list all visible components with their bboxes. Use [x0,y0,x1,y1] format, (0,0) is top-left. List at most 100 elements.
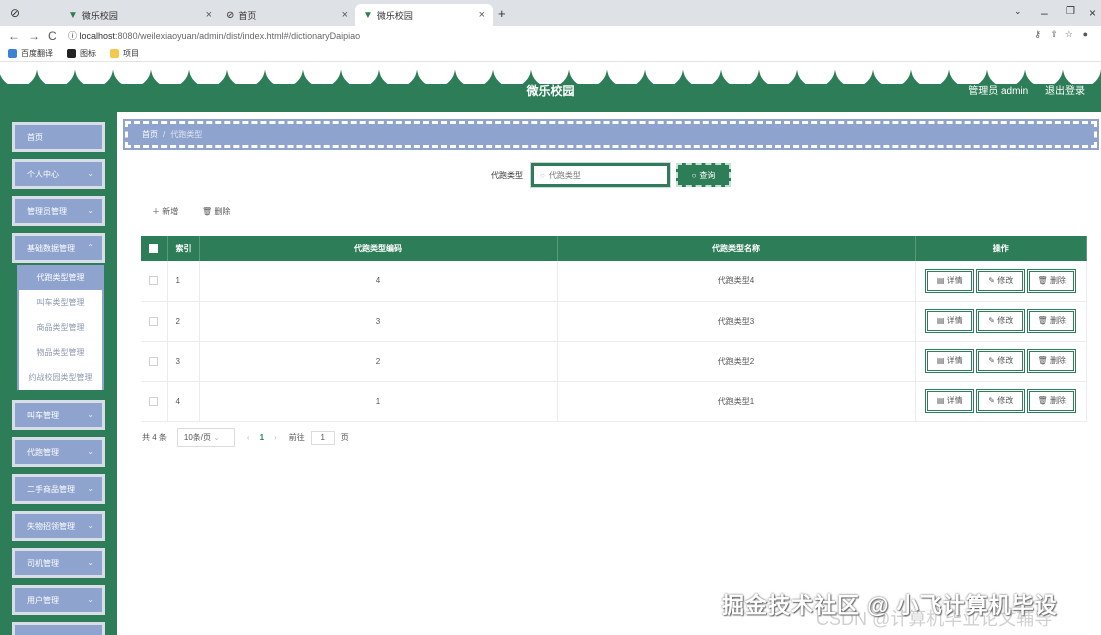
scallop-shape [987,62,1025,84]
document-icon: ▤ [936,275,947,285]
checkbox[interactable] [149,244,159,254]
sidebar-item-personal-center[interactable]: 个人中心 ⌄ [12,159,105,189]
edit-button[interactable]: ✎ 修改 [976,268,1026,293]
sidebar-item-admin-management[interactable]: 管理员管理 ⌄ [12,196,105,226]
tab-label: 微乐校园 [376,10,413,21]
edit-icon: ✎ [988,356,998,365]
minimize-icon[interactable]: – [1041,6,1048,20]
scallop-shape [645,62,683,84]
sidebar-item-user-management[interactable]: 用户管理 ⌄ [12,585,105,615]
edit-button[interactable]: ✎ 修改 [976,309,1026,333]
submenu-item-errand-type[interactable]: 代跑类型管理 [17,265,104,290]
sidebar-item-secondhand-management[interactable]: 二手商品管理 ⌄ [12,474,105,504]
row-select[interactable] [141,341,168,382]
sidebar-item-more[interactable] [12,622,105,635]
browser-tab-3[interactable]: ▼ 微乐校园 × [355,4,493,26]
sidebar-item-lost-found-management[interactable]: 失物招领管理 ⌄ [12,511,105,541]
reload-icon[interactable]: C [48,29,57,43]
document-icon: ▤ [936,356,947,365]
prev-page-icon[interactable]: ‹ [247,433,250,442]
detail-button[interactable]: ▤ 详情 [925,268,975,293]
delete-button[interactable]: 🗑 删除 [1027,349,1077,373]
sidebar-item-driver-management[interactable]: 司机管理 ⌄ [12,548,105,578]
restore-icon[interactable]: ❐ [1066,6,1075,17]
add-button-label: 新增 [162,207,179,216]
key-icon[interactable]: ⚷ [1034,29,1041,40]
bookmark-project[interactable]: 项目 [110,48,139,59]
submenu-item-goods-type[interactable]: 商品类型管理 [17,315,104,340]
scallop-shape [113,62,151,84]
folder-icon [110,49,119,58]
url-field[interactable]: ⓘ localhost:8080/weilexiaoyuan/admin/dis… [68,29,360,42]
scallop-shape [569,62,607,84]
profile-icon[interactable]: ● [1083,29,1088,39]
edit-button[interactable]: ✎ 修改 [976,349,1026,373]
edit-button[interactable]: ✎ 修改 [976,389,1026,413]
detail-button[interactable]: ▤ 详情 [925,349,975,373]
close-tab-icon[interactable]: × [206,9,212,21]
checkbox[interactable] [149,276,159,286]
scallop-shape [303,62,341,84]
bookmark-label: 百度翻译 [21,49,53,58]
detail-button[interactable]: ▤ 详情 [925,309,975,333]
new-tab-button[interactable]: + [498,6,506,21]
sidebar-item-car-management[interactable]: 叫车管理 ⌄ [12,400,105,430]
close-window-icon[interactable]: × [1089,6,1096,20]
cell-index: 2 [167,301,200,342]
browser-menu-icon[interactable]: ⊘ [10,6,20,20]
row-select[interactable] [141,261,168,302]
submenu-item-item-type[interactable]: 物品类型管理 [17,340,104,365]
detail-label: 详情 [946,275,963,285]
delete-label: 删除 [1049,396,1066,405]
forward-icon[interactable]: → [28,29,40,43]
bookmark-icons[interactable]: 图标 [67,48,96,59]
sidebar-item-basic-data[interactable]: 基础数据管理 ⌃ [12,233,105,263]
row-select[interactable] [141,381,168,422]
next-page-icon[interactable]: › [274,433,277,442]
detail-button[interactable]: ▤ 详情 [925,389,975,413]
current-page[interactable]: 1 [260,433,264,442]
goto-page-input[interactable]: 1 [310,430,335,445]
search-input[interactable] [548,170,659,180]
share-icon[interactable]: ⇪ [1050,29,1058,40]
submenu-item-car-type[interactable]: 叫车类型管理 [17,290,104,315]
checkbox[interactable] [149,356,159,366]
delete-button[interactable]: 🗑 删除 [1027,309,1077,333]
image-icon [67,49,76,58]
page-size-select[interactable]: 10条/页 ⌄ [176,428,235,447]
header-select-all[interactable] [141,236,168,261]
scallop-shape [1063,62,1101,84]
checkbox[interactable] [149,316,159,326]
breadcrumb-home[interactable]: 首页 [142,129,158,140]
plus-icon: ＋ [152,207,163,216]
submenu-item-campus-battle-type[interactable]: 约战校园类型管理 [17,365,104,390]
url-host: localhost [79,31,116,41]
sidebar-item-label: 管理员管理 [27,206,67,216]
total-count: 共 4 条 [142,433,167,442]
scallop-shape [341,62,379,84]
tab-search-icon[interactable]: ⌄ [1014,6,1022,17]
add-button[interactable]: ＋ 新增 [152,206,178,217]
sidebar-item-errand-management[interactable]: 代跑管理 ⌄ [12,437,105,467]
query-button[interactable]: ○ 查询 [676,163,731,187]
browser-tab-2[interactable]: ⊘ 首页 × [218,4,356,26]
scallop-shape [455,62,493,84]
close-tab-icon[interactable]: × [479,9,485,21]
table-header-row: 索引 代跑类型编码 代跑类型名称 操作 [141,236,1087,261]
scallop-shape [607,62,645,84]
logout-link[interactable]: 退出登录 [1045,86,1085,97]
delete-button[interactable]: 🗑 删除 [1027,268,1077,293]
row-select[interactable] [141,301,168,342]
checkbox[interactable] [149,396,159,406]
delete-button[interactable]: 🗑 删除 [1027,389,1077,413]
cell-name: 代跑类型4 [557,261,916,302]
bookmark-translate[interactable]: 百度翻译 [8,48,53,59]
detail-label: 详情 [946,316,963,325]
star-icon[interactable]: ☆ [1065,29,1073,40]
close-tab-icon[interactable]: × [342,9,348,21]
back-icon[interactable]: ← [8,29,20,43]
batch-delete-button[interactable]: 🗑 删除 [202,206,230,217]
cell-code: 2 [199,341,558,382]
sidebar-item-home[interactable]: 首页 [12,122,105,152]
browser-tab-1[interactable]: ▼ 微乐校园 × [60,4,220,26]
